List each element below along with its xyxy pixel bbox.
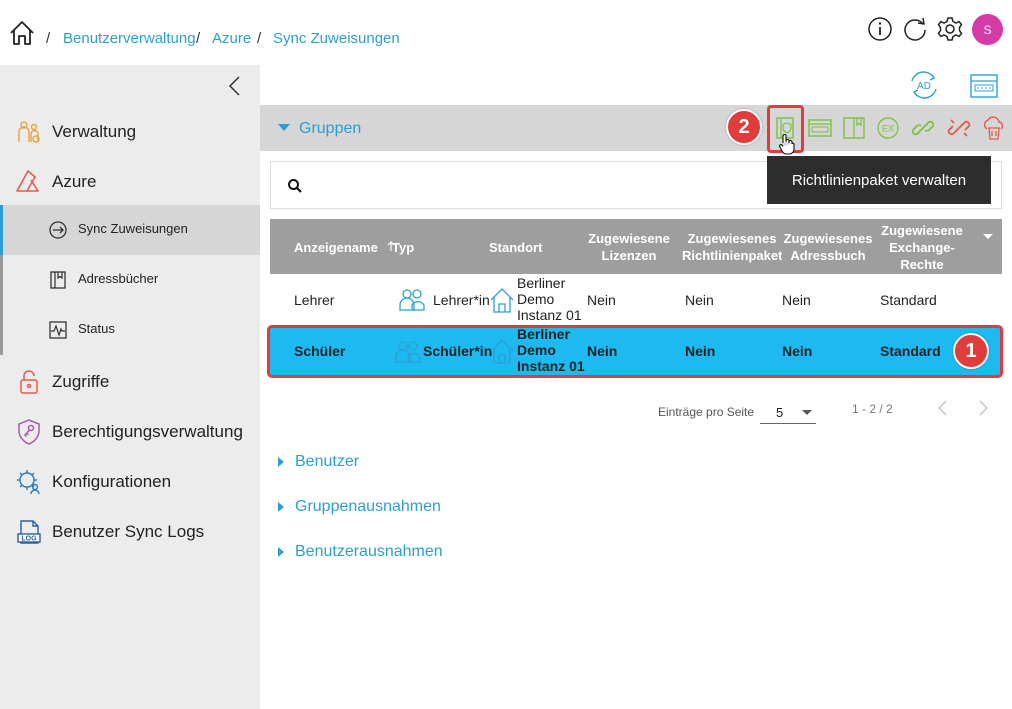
unlink-icon[interactable] [946, 115, 972, 141]
expand-arrow-icon [278, 547, 284, 557]
hand-cursor-icon [778, 134, 795, 155]
log-icon: LOG [17, 520, 41, 544]
step-badge-1: 1 [953, 333, 989, 369]
refresh-icon[interactable] [901, 15, 929, 43]
highlight-selected-row [267, 325, 1003, 378]
sidebar-item-label: Azure [52, 172, 97, 191]
groups-title: Gruppen [299, 120, 362, 137]
breadcrumb-sync-zuweisungen[interactable]: Sync Zuweisungen [273, 30, 400, 47]
svg-text:LOG: LOG [21, 536, 37, 543]
column-header-anzeigename[interactable]: Anzeigename [294, 239, 378, 256]
sidebar-subitem-sync-zuweisungen[interactable]: Sync Zuweisungen [0, 205, 260, 255]
breadcrumb-separator: / [257, 30, 262, 47]
active-indicator [0, 205, 3, 255]
sidebar-subitem-label: Status [78, 321, 115, 336]
collapse-sidebar-icon[interactable] [226, 75, 244, 97]
sidebar-item-azure[interactable]: Azure [0, 157, 260, 207]
sidebar-subitem-label: Adressbücher [78, 271, 159, 286]
group-people-icon [399, 289, 425, 311]
home-icon[interactable] [8, 19, 36, 47]
cell-licenses: Nein [587, 292, 616, 308]
settings-icon[interactable] [936, 15, 964, 43]
sidebar-subitem-adressbuecher[interactable]: Adressbücher [0, 255, 260, 305]
lock-icon [20, 370, 38, 394]
column-header-typ[interactable]: Typ [392, 239, 414, 256]
svg-text:EX: EX [882, 124, 894, 134]
table-row-lehrer[interactable]: Lehrer Lehrer*in Berliner Demo Instanz 0… [270, 275, 1002, 325]
main-content: AD Gruppen EX 2 Richtlinienpaket verwalt… [260, 65, 1012, 709]
breadcrumb-benutzerverwaltung[interactable]: Benutzerverwaltung [63, 30, 196, 47]
avatar[interactable]: S [972, 14, 1003, 45]
table-header: Anzeigename Typ Standort Zugewiesene Liz… [270, 219, 1002, 274]
column-header-exchange-rechte[interactable]: Zugewiesene Exchange-Rechte [876, 222, 968, 273]
section-label: Gruppenausnahmen [295, 498, 441, 515]
column-header-richtlinienpaket[interactable]: Zugewiesenes Richtlinienpaket [682, 230, 782, 264]
column-header-standort[interactable]: Standort [489, 239, 542, 256]
section-benutzer[interactable]: Benutzer [278, 450, 359, 474]
sidebar-subitem-status[interactable]: Status [0, 305, 260, 355]
sidebar-item-label: Konfigurationen [52, 472, 172, 491]
gear-people-icon [17, 470, 40, 495]
sidebar: Verwaltung Azure Sync Zuweisungen Adress… [0, 65, 260, 709]
license-card-icon[interactable] [807, 115, 833, 141]
chevron-down-icon[interactable] [802, 410, 812, 415]
breadcrumb-azure[interactable]: Azure [212, 30, 251, 47]
pager-range: 1 - 2 / 2 [852, 402, 893, 416]
collapse-arrow-icon[interactable] [278, 124, 290, 131]
sync-icon [49, 221, 67, 239]
sidebar-item-konfigurationen[interactable]: Konfigurationen [0, 457, 260, 507]
building-icon [490, 288, 514, 313]
cell-policy: Nein [685, 292, 714, 308]
cell-type: Lehrer*in [433, 292, 490, 308]
sidebar-item-label: Benutzer Sync Logs [52, 522, 205, 541]
column-menu-caret-icon[interactable] [983, 234, 993, 239]
ad-sync-icon[interactable]: AD [908, 69, 940, 101]
cloud-delete-icon[interactable] [980, 115, 1006, 141]
prev-page-icon[interactable] [936, 399, 950, 417]
next-page-icon[interactable] [976, 399, 990, 417]
sidebar-item-zugriffe[interactable]: Zugriffe [0, 357, 260, 407]
groups-section-header[interactable]: Gruppen EX [260, 105, 1012, 151]
cell-exchange: Standard [880, 292, 937, 308]
column-header-lizenzen[interactable]: Zugewiesene Lizenzen [585, 230, 673, 264]
link-icon[interactable] [910, 115, 936, 141]
sidebar-item-verwaltung[interactable]: Verwaltung [0, 107, 260, 157]
pager-select-underline [760, 423, 816, 424]
column-header-adressbuch[interactable]: Zugewiesenes Adressbuch [782, 230, 874, 264]
top-bar: / Benutzerverwaltung / Azure / Sync Zuwe… [0, 0, 1012, 65]
pager-label: Einträge pro Seite [658, 405, 755, 419]
sidebar-subitem-label: Sync Zuweisungen [78, 221, 188, 236]
exchange-icon[interactable]: EX [875, 115, 901, 141]
section-label: Benutzerausnahmen [295, 543, 443, 560]
sidebar-item-label: Verwaltung [52, 122, 137, 141]
breadcrumb-separator: / [46, 30, 51, 47]
section-gruppenausnahmen[interactable]: Gruppenausnahmen [278, 495, 441, 519]
shield-key-icon [18, 419, 40, 445]
tooltip-policy-package: Richtlinienpaket verwalten [767, 156, 991, 204]
addressbook-icon [50, 271, 66, 289]
cell-addressbook: Nein [782, 292, 811, 308]
sidebar-item-benutzer-sync-logs[interactable]: LOG Benutzer Sync Logs [0, 507, 260, 557]
console-window-icon[interactable] [968, 71, 1000, 103]
step-badge-2: 2 [726, 109, 762, 145]
svg-text:AD: AD [917, 81, 931, 92]
expand-arrow-icon [278, 457, 284, 467]
breadcrumb-separator: / [196, 30, 201, 47]
addressbook-assign-icon[interactable] [841, 115, 867, 141]
section-label: Benutzer [295, 453, 360, 470]
status-icon [49, 321, 67, 339]
sidebar-item-label: Berechtigungsverwaltung [52, 422, 243, 441]
cell-location: Berliner Demo Instanz 01 [517, 275, 582, 323]
sidebar-item-label: Zugriffe [52, 372, 110, 391]
pager-per-page-select[interactable]: 5 [776, 405, 783, 420]
expand-arrow-icon [278, 502, 284, 512]
search-icon [288, 179, 302, 193]
sidebar-item-berechtigungsverwaltung[interactable]: Berechtigungsverwaltung [0, 407, 260, 457]
cell-name: Lehrer [294, 292, 335, 308]
section-benutzerausnahmen[interactable]: Benutzerausnahmen [278, 540, 443, 564]
azure-icon [16, 170, 39, 192]
users-admin-icon [18, 121, 40, 143]
info-icon[interactable] [866, 15, 894, 43]
